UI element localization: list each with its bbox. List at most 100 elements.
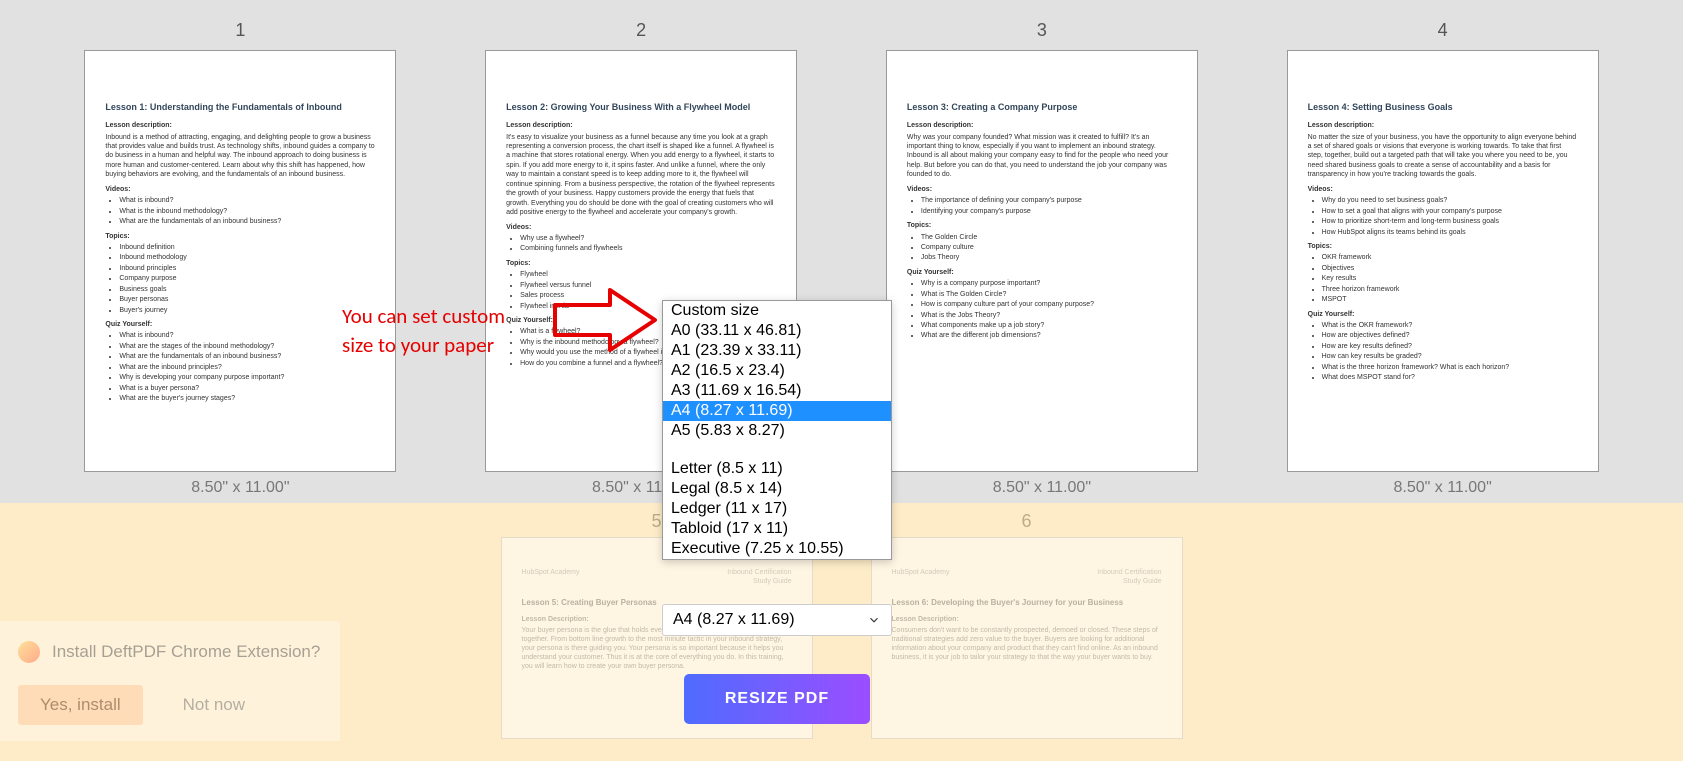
bullet-item: Why use a flywheel? [520, 234, 776, 243]
bullet-item: How is company culture part of your comp… [921, 300, 1177, 309]
bullet-item: What is the three horizon framework? Wha… [1322, 363, 1578, 372]
bullet-item: What are the different job dimensions? [921, 331, 1177, 340]
bullet-list: What is inbound? What is the inbound meth… [105, 196, 375, 226]
page-col: 4Lesson 4: Setting Business GoalsLesson … [1288, 20, 1598, 497]
bullet-list: Why is a company purpose important? What … [907, 279, 1177, 341]
page-header: HubSpot Academy Inbound Certification Stu… [892, 568, 1162, 586]
lesson-title: Lesson 4: Setting Business Goals [1308, 101, 1578, 113]
bullet-item: Why is developing your company purpose i… [119, 373, 375, 382]
bullet-item: What is a buyer persona? [119, 384, 375, 393]
section-label: Lesson description: [105, 121, 375, 130]
dropdown-option[interactable]: A2 (16.5 x 23.4) [663, 361, 891, 381]
section-label: Quiz Yourself: [907, 268, 1177, 277]
bullet-item: How to set a goal that aligns with your … [1322, 207, 1578, 216]
page-number: 3 [1037, 20, 1047, 41]
page-thumbnail[interactable]: Lesson 1: Understanding the Fundamentals… [85, 51, 395, 471]
page-number: 1 [235, 20, 245, 41]
paper-size-dropdown[interactable]: Custom sizeA0 (33.11 x 46.81)A1 (23.39 x… [662, 300, 892, 560]
bullet-item: What are the fundamentals of an inbound … [119, 217, 375, 226]
bullet-list: What is inbound?What are the stages of t… [105, 331, 375, 403]
bullet-item: Why is a company purpose important? [921, 279, 1177, 288]
chevron-down-icon [867, 613, 881, 627]
dropdown-option[interactable]: A3 (11.69 x 16.54) [663, 381, 891, 401]
page-thumbnail[interactable]: Lesson 4: Setting Business Goals Lesson d… [1288, 51, 1598, 471]
page-col: 1 Lesson 1: Understanding the Fundamental… [85, 20, 395, 497]
dropdown-option[interactable]: Letter (8.5 x 11) [663, 459, 891, 479]
bullet-list: The Golden CircleCompany cultureJobs The… [907, 233, 1177, 263]
page-header: HubSpot AcademyInbound Certification Stu… [522, 568, 792, 586]
bullet-item: OKR framework [1322, 253, 1578, 262]
bullet-item: What is the OKR framework? [1322, 321, 1578, 330]
lesson-description: Why was your company founded? What missi… [907, 133, 1177, 180]
bullet-list: What is the OKR framework?How are object… [1308, 321, 1578, 383]
section-label: Quiz Yourself: [1308, 310, 1578, 319]
dropdown-option[interactable]: A4 (8.27 x 11.69) [663, 401, 891, 421]
lesson-description: Inbound is a method of attracting, engag… [105, 133, 375, 180]
lesson-description: It's easy to visualize your business as … [506, 133, 776, 218]
section-label: Videos: [105, 185, 375, 194]
page-number: 5 [651, 511, 661, 532]
bullet-item: What is the inbound methodology? [119, 207, 375, 216]
select-value: A4 (8.27 x 11.69) [673, 611, 795, 629]
header-left: HubSpot Academy [892, 568, 950, 586]
lesson-title: Lesson 3: Creating a Company Purpose [907, 101, 1177, 113]
extension-prompt-text: Install DeftPDF Chrome Extension? [52, 642, 320, 662]
bullet-item: What are the fundamentals of an inbound … [119, 352, 375, 361]
header-right: Inbound Certification Study Guide [1097, 568, 1161, 586]
page-col: 6HubSpot AcademyInbound Certification St… [872, 511, 1182, 738]
deftpdf-logo-icon [18, 641, 40, 663]
page-number: 4 [1438, 20, 1448, 41]
bullet-item: Objectives [1322, 264, 1578, 273]
bullet-item: Company culture [921, 243, 1177, 252]
dropdown-option[interactable]: Custom size [663, 301, 891, 321]
bullet-item: The Golden Circle [921, 233, 1177, 242]
bullet-list: The importance of defining your company'… [907, 196, 1177, 216]
dropdown-option[interactable]: Ledger (11 x 17) [663, 499, 891, 519]
bullet-list: OKR frameworkObjectivesKey resultsThree … [1308, 253, 1578, 304]
bullet-item: What is the Jobs Theory? [921, 311, 1177, 320]
dropdown-option[interactable]: Tabloid (17 x 11) [663, 519, 891, 539]
section-label: Quiz Yourself: [105, 320, 375, 329]
page-dimensions: 8.50" x 11.00" [1394, 479, 1492, 497]
extension-no-button[interactable]: Not now [183, 695, 245, 715]
dropdown-option[interactable]: Executive (7.25 x 10.55) [663, 539, 891, 559]
bullet-item: What components make up a job story? [921, 321, 1177, 330]
section-label: Videos: [506, 223, 776, 232]
bullet-item: What does MSPOT stand for? [1322, 373, 1578, 382]
bullet-item: How to prioritize short-term and long-te… [1322, 217, 1578, 226]
bullet-list: Why do you need to set business goals? Ho… [1308, 196, 1578, 237]
extension-install-prompt: Install DeftPDF Chrome Extension? Yes, i… [0, 621, 340, 741]
page-thumbnail[interactable]: Lesson 3: Creating a Company Purpose Less… [887, 51, 1197, 471]
section-label: Lesson description: [506, 121, 776, 130]
section-label: Topics: [506, 259, 776, 268]
section-label: Topics: [907, 221, 1177, 230]
dropdown-option[interactable]: A1 (23.39 x 33.11) [663, 341, 891, 361]
lesson-title: Lesson 2: Growing Your Business With a F… [506, 101, 776, 113]
bullet-item: Inbound methodology [119, 253, 375, 262]
resize-pdf-button[interactable]: RESIZE PDF [684, 674, 870, 724]
dropdown-option[interactable]: A5 (5.83 x 8.27) [663, 421, 891, 441]
section-label: Topics: [1308, 242, 1578, 251]
lesson-description: No matter the size of your business, you… [1308, 133, 1578, 180]
bullet-item: Business goals [119, 285, 375, 294]
paper-size-select[interactable]: A4 (8.27 x 11.69) [662, 604, 892, 636]
bullet-item: How are objectives defined? [1322, 331, 1578, 340]
bullet-item: Combining funnels and flywheels [520, 244, 776, 253]
bullet-item: Jobs Theory [921, 253, 1177, 262]
dropdown-separator [663, 441, 891, 459]
bullet-item: What is The Golden Circle? [921, 290, 1177, 299]
header-left: HubSpot Academy [522, 568, 580, 586]
bullet-item: Flywheel versus funnel [520, 281, 776, 290]
lesson-description: Consumers don't want to be constantly pr… [892, 626, 1162, 662]
dropdown-option[interactable]: Legal (8.5 x 14) [663, 479, 891, 499]
dropdown-option[interactable]: A0 (33.11 x 46.81) [663, 321, 891, 341]
extension-yes-button[interactable]: Yes, install [18, 685, 143, 725]
page-thumbnail[interactable]: HubSpot Academy Inbound Certification Stu… [872, 538, 1182, 738]
bullet-item: What is inbound? [119, 196, 375, 205]
section-label: Videos: [907, 185, 1177, 194]
section-label: Lesson description: [1308, 121, 1578, 130]
section-label: Lesson description: [907, 121, 1177, 130]
page-dimensions: 8.50" x 11.00" [191, 479, 289, 497]
bullet-item: Key results [1322, 274, 1578, 283]
bullet-item: Why do you need to set business goals? [1322, 196, 1578, 205]
